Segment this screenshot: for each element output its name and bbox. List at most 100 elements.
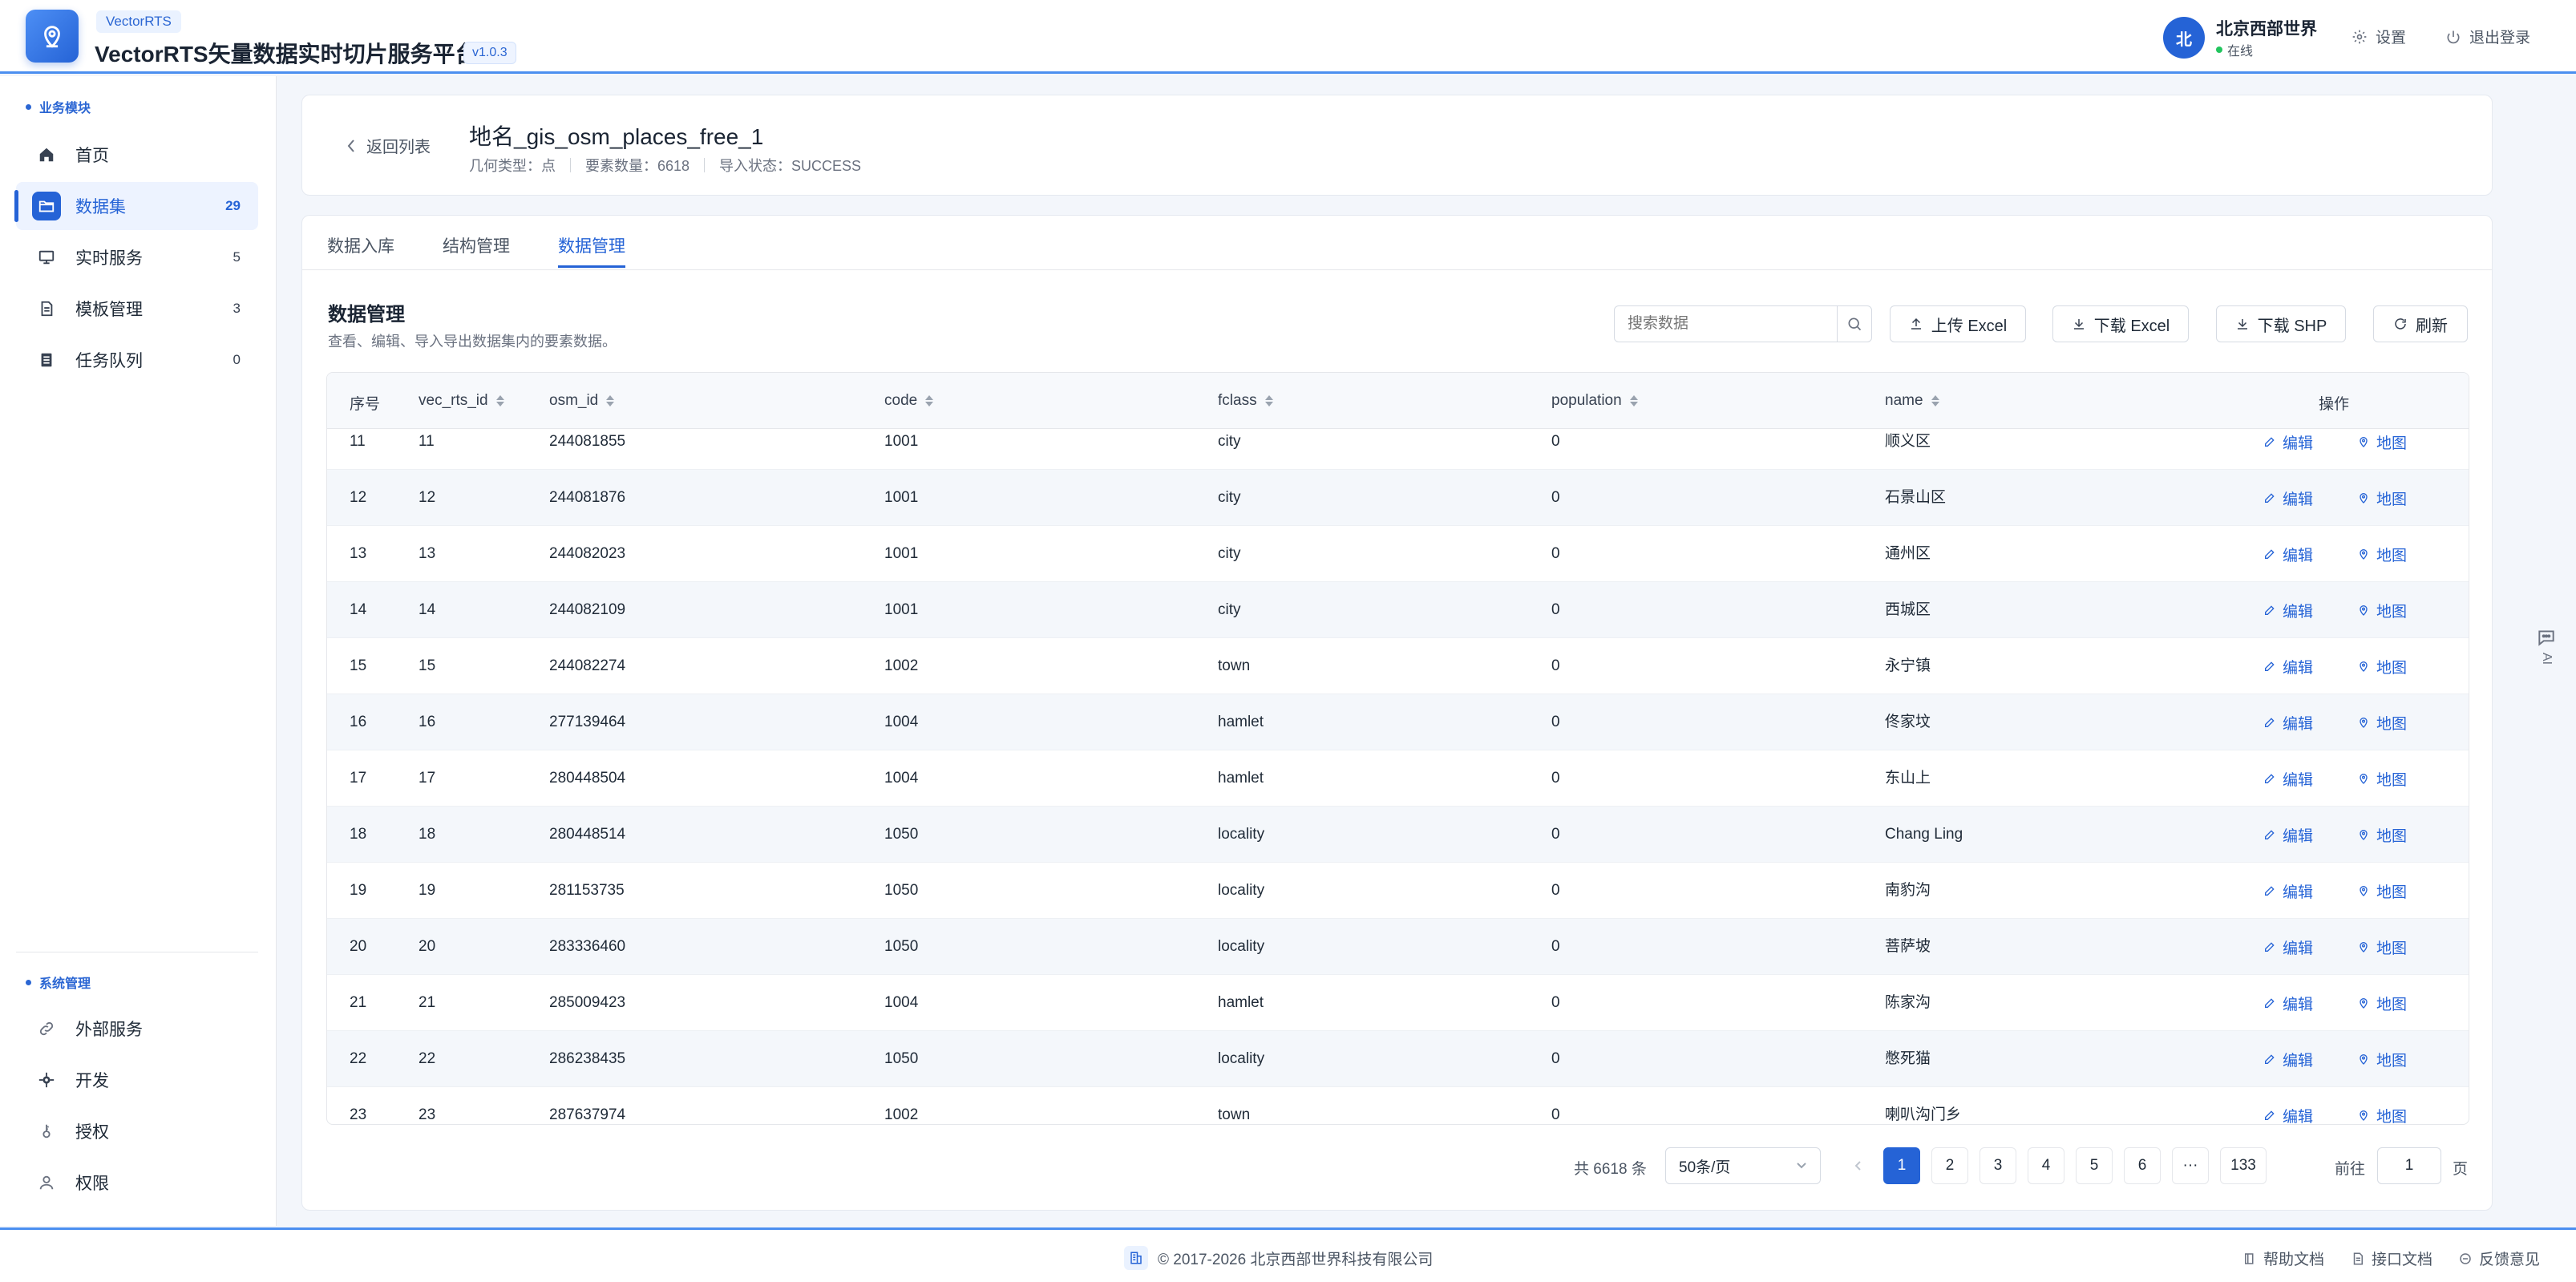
search-input[interactable] — [1615, 306, 1838, 342]
sidebar-item-develop[interactable]: 开发 — [16, 1056, 258, 1104]
column-header-vec-rts-id[interactable]: vec_rts_id — [419, 392, 504, 410]
page-button[interactable]: 4 — [2028, 1147, 2064, 1184]
map-button[interactable]: 地图 — [2357, 750, 2407, 807]
sort-icon[interactable] — [1264, 395, 1273, 406]
page-button[interactable]: 2 — [1931, 1147, 1968, 1184]
map-button[interactable]: 地图 — [2357, 638, 2407, 694]
map-button[interactable]: 地图 — [2357, 975, 2407, 1031]
edit-button[interactable]: 编辑 — [2263, 694, 2313, 750]
ai-assistant-button[interactable]: AI — [2530, 627, 2562, 665]
sort-icon[interactable] — [606, 395, 615, 406]
column-header-population[interactable]: population — [1551, 392, 1638, 410]
map-button[interactable]: 地图 — [2357, 470, 2407, 526]
edit-button[interactable]: 编辑 — [2263, 1031, 2313, 1087]
logout-button[interactable]: 退出登录 — [2445, 26, 2530, 47]
refresh-button[interactable]: 刷新 — [2373, 305, 2468, 342]
edit-button[interactable]: 编辑 — [2263, 1087, 2313, 1124]
edit-button[interactable]: 编辑 — [2263, 638, 2313, 694]
goto-page-input[interactable]: 1 — [2377, 1147, 2441, 1184]
edit-button[interactable]: 编辑 — [2263, 919, 2313, 975]
sort-icon[interactable] — [1629, 395, 1638, 406]
cell-fclass: city — [1218, 433, 1241, 450]
map-label: 地图 — [2376, 1052, 2408, 1070]
edit-button[interactable]: 编辑 — [2263, 975, 2313, 1031]
sidebar-item-datasets[interactable]: 数据集 29 — [14, 182, 258, 230]
sidebar-item-label: 权限 — [75, 1175, 109, 1193]
sidebar-item-authorization[interactable]: 授权 — [16, 1107, 258, 1155]
map-pin-icon — [2360, 549, 2368, 560]
feedback-link[interactable]: 反馈意见 — [2458, 1248, 2540, 1269]
sidebar-item-templates[interactable]: 模板管理 3 — [16, 285, 258, 333]
cell-vec-rts-id: 16 — [419, 714, 436, 730]
page-button[interactable]: 5 — [2076, 1147, 2113, 1184]
sidebar-item-task-queue[interactable]: 任务队列 0 — [16, 336, 258, 384]
edit-button[interactable]: 编辑 — [2263, 429, 2313, 470]
cell-population: 0 — [1551, 1106, 1560, 1123]
sidebar-item-permissions[interactable]: 权限 — [16, 1159, 258, 1207]
app-logo[interactable] — [26, 10, 79, 63]
table-row: 11 11 244081855 1001 city 0 顺义区 编辑 地图 — [327, 429, 2469, 470]
upload-excel-button[interactable]: 上传 Excel — [1890, 305, 2026, 342]
user-status-label: 在线 — [2227, 45, 2254, 59]
page-size-select[interactable]: 50条/页 — [1665, 1147, 1821, 1184]
back-to-list-button[interactable]: 返回列表 — [346, 134, 431, 157]
sidebar-item-external-services[interactable]: 外部服务 — [16, 1005, 258, 1053]
help-docs-link[interactable]: 帮助文档 — [2242, 1248, 2324, 1269]
sidebar-item-realtime-services[interactable]: 实时服务 5 — [16, 233, 258, 281]
column-header-fclass[interactable]: fclass — [1218, 392, 1273, 410]
cell-index: 14 — [350, 601, 367, 618]
edit-button[interactable]: 编辑 — [2263, 750, 2313, 807]
section-title: 数据管理 — [328, 304, 405, 326]
upload-icon — [1911, 317, 1921, 330]
map-label: 地图 — [2376, 996, 2408, 1013]
cell-code: 1001 — [884, 433, 919, 450]
api-docs-link[interactable]: 接口文档 — [2351, 1248, 2432, 1269]
edit-button[interactable]: 编辑 — [2263, 526, 2313, 582]
map-button[interactable]: 地图 — [2357, 919, 2407, 975]
sort-icon[interactable] — [1931, 395, 1939, 406]
map-button[interactable]: 地图 — [2357, 1087, 2407, 1124]
sort-icon[interactable] — [495, 395, 504, 406]
tab-data-management[interactable]: 数据管理 — [558, 233, 625, 268]
map-button[interactable]: 地图 — [2357, 694, 2407, 750]
tab-data-import[interactable]: 数据入库 — [327, 233, 394, 257]
help-docs-label: 帮助文档 — [2263, 1252, 2325, 1268]
search-button[interactable] — [1838, 306, 1871, 342]
edit-button[interactable]: 编辑 — [2263, 470, 2313, 526]
download-excel-button[interactable]: 下载 Excel — [2052, 305, 2189, 342]
column-header-name[interactable]: name — [1885, 392, 1939, 410]
page-button[interactable]: 133 — [2220, 1147, 2267, 1184]
edit-button[interactable]: 编辑 — [2263, 863, 2313, 919]
map-button[interactable]: 地图 — [2357, 526, 2407, 582]
cell-vec-rts-id: 17 — [419, 770, 436, 787]
map-button[interactable]: 地图 — [2357, 429, 2407, 470]
prev-page-button[interactable] — [1840, 1147, 1877, 1184]
edit-button[interactable]: 编辑 — [2263, 582, 2313, 638]
map-label: 地图 — [2376, 771, 2408, 789]
user-profile[interactable]: 北 北京西部世界 在线 — [2163, 16, 2317, 59]
map-button[interactable]: 地图 — [2357, 1031, 2407, 1087]
map-pin-icon — [2360, 774, 2368, 784]
sort-icon[interactable] — [925, 395, 934, 406]
map-button[interactable]: 地图 — [2357, 807, 2407, 863]
cell-fclass: city — [1218, 545, 1241, 562]
table-body: 11 11 244081855 1001 city 0 顺义区 编辑 地图 12 12 2440818… — [327, 429, 2469, 1124]
cell-fclass: locality — [1218, 1050, 1265, 1067]
column-header-osm-id[interactable]: osm_id — [549, 392, 615, 410]
sidebar-item-home[interactable]: 首页 — [16, 131, 258, 179]
download-icon — [2237, 319, 2247, 330]
map-button[interactable]: 地图 — [2357, 863, 2407, 919]
download-shp-button[interactable]: 下载 SHP — [2216, 305, 2346, 342]
pagination-ellipsis[interactable]: ··· — [2172, 1147, 2209, 1184]
cell-index: 18 — [350, 826, 367, 843]
page-button[interactable]: 6 — [2124, 1147, 2161, 1184]
tab-structure[interactable]: 结构管理 — [443, 233, 510, 257]
edit-button[interactable]: 编辑 — [2263, 807, 2313, 863]
cell-population: 0 — [1551, 433, 1560, 450]
column-header-code[interactable]: code — [884, 392, 934, 410]
page-button[interactable]: 3 — [1980, 1147, 2016, 1184]
page-button[interactable]: 1 — [1883, 1147, 1920, 1184]
settings-button[interactable]: 设置 — [2352, 26, 2406, 47]
cell-fclass: hamlet — [1218, 770, 1264, 787]
map-button[interactable]: 地图 — [2357, 582, 2407, 638]
